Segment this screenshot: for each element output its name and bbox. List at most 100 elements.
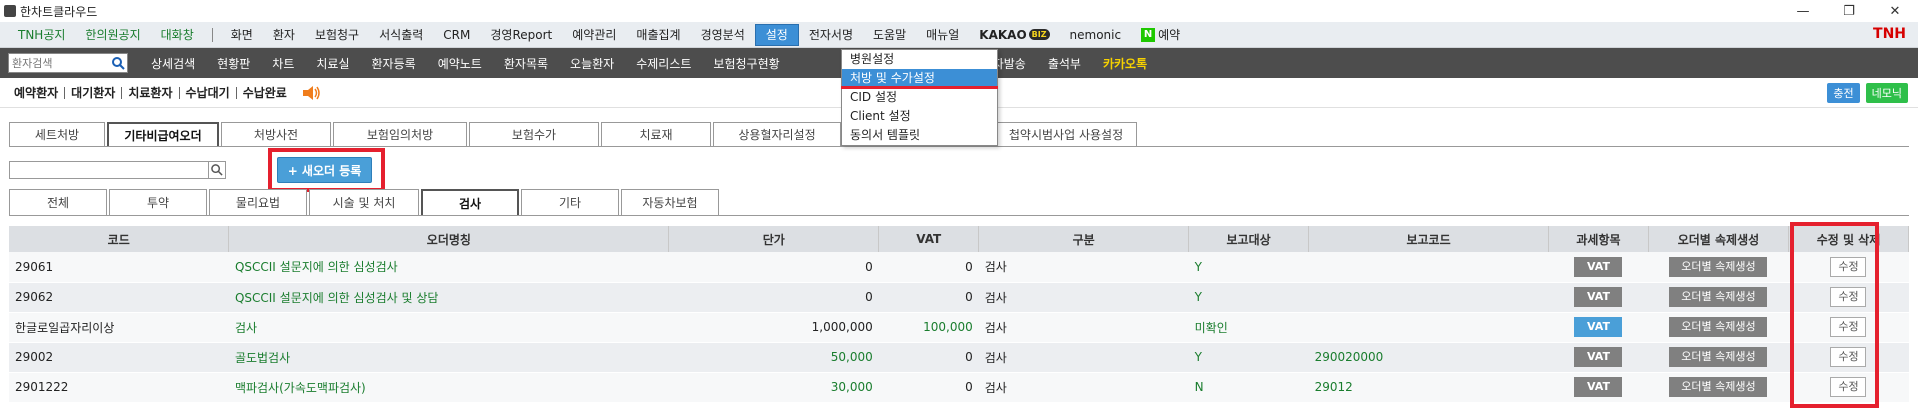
menu-item[interactable]: TNH공지: [8, 22, 75, 48]
table-row[interactable]: 29002 골도법검사 50,000 0 검사 Y 290020000 VAT 오더별 속제생성…: [9, 342, 1909, 373]
column-header[interactable]: 코드: [9, 226, 230, 252]
cell-report: 미확인: [1188, 312, 1309, 343]
table-row[interactable]: 29061 QSCCII 설문지에 의한 심성검사 0 0 검사 Y VAT 오더별 속제생성…: [9, 252, 1909, 283]
cell-price: 1,000,000: [668, 312, 879, 343]
menu-item[interactable]: 도움말: [863, 22, 916, 48]
cell-name: QSCCII 설문지에 의한 심성검사 및 상담: [228, 282, 669, 313]
patient-status-item[interactable]: 수납대기: [180, 84, 236, 101]
kakao-label: KAKAO: [979, 27, 1027, 42]
column-header[interactable]: 보고코드: [1308, 226, 1549, 252]
speaker-icon[interactable]: [301, 84, 321, 102]
table-row[interactable]: 한글로일곱자리이상 검사 1,000,000 100,000 검사 미확인 VAT 오더별 속…: [9, 312, 1909, 343]
tab-order-category[interactable]: 기타비급여오더: [107, 122, 219, 146]
tab-order-type[interactable]: 자동차보험: [621, 189, 719, 215]
column-header[interactable]: 오더별 속제생성: [1648, 226, 1789, 252]
toolbar-item[interactable]: 현황판: [206, 55, 261, 72]
menu-item[interactable]: 예약관리: [562, 22, 626, 48]
column-header[interactable]: VAT: [878, 226, 980, 252]
generate-bundle-button[interactable]: 오더별 속제생성: [1669, 347, 1768, 367]
menu-item[interactable]: 서식출력: [369, 22, 433, 48]
tab-order-type[interactable]: 시술 및 처치: [309, 189, 419, 215]
toolbar-item[interactable]: 환자목록: [493, 55, 559, 72]
vat-toggle-button[interactable]: VAT: [1574, 317, 1623, 337]
generate-bundle-button[interactable]: 오더별 속제생성: [1669, 377, 1768, 397]
cell-code: 한글로일곱자리이상: [9, 312, 229, 343]
settings-menu-item[interactable]: 동의서 템플릿: [842, 126, 997, 145]
toolbar-item[interactable]: 상세검색: [140, 55, 206, 72]
order-search-input[interactable]: [9, 161, 209, 179]
vat-toggle-button[interactable]: VAT: [1574, 256, 1623, 277]
tab-order-category[interactable]: 치료재: [601, 122, 711, 146]
kakao-biz-menu[interactable]: KAKAO BIZ: [969, 22, 1059, 48]
tab-order-type[interactable]: 기타: [521, 189, 619, 215]
settings-menu-item[interactable]: 병원설정: [842, 50, 997, 69]
menu-item[interactable]: 환자: [263, 22, 305, 48]
vat-toggle-button[interactable]: VAT: [1574, 377, 1623, 397]
patient-status-item[interactable]: 대기환자: [65, 84, 121, 101]
menu-item[interactable]: CRM: [433, 22, 480, 48]
cell-tax: VAT: [1548, 372, 1649, 403]
tab-order-category[interactable]: 처방사전: [221, 122, 331, 146]
minimize-icon[interactable]: —: [1780, 0, 1826, 22]
tab-order-type[interactable]: 물리요법: [209, 189, 307, 215]
column-header[interactable]: 단가: [668, 226, 880, 252]
column-header[interactable]: 보고대상: [1188, 226, 1310, 252]
charge-button[interactable]: 충전: [1827, 83, 1860, 103]
toolbar-item[interactable]: 수제리스트: [625, 55, 702, 72]
cell-price: 0: [668, 252, 879, 283]
menu-item[interactable]: 경영분석: [691, 22, 755, 48]
patient-status-item[interactable]: 수납완료: [237, 84, 293, 101]
maximize-icon[interactable]: ❐: [1826, 0, 1872, 22]
tab-order-type[interactable]: 전체: [9, 189, 107, 215]
tab-order-category[interactable]: 보험수가: [469, 122, 599, 146]
column-header[interactable]: 과세항목: [1548, 226, 1649, 252]
generate-bundle-button[interactable]: 오더별 속제생성: [1669, 317, 1768, 337]
settings-menu-item[interactable]: Client 설정: [842, 107, 997, 126]
menu-item[interactable]: 보험청구: [305, 22, 369, 48]
cell-code: 29062: [9, 282, 229, 313]
menu-item[interactable]: 매뉴얼: [916, 22, 969, 48]
toolbar-item[interactable]: 환자등록: [361, 55, 427, 72]
menu-item[interactable]: 대화창: [151, 22, 204, 48]
toolbar-item[interactable]: 예약노트: [427, 55, 493, 72]
nemonic-button[interactable]: 네모닉: [1865, 83, 1908, 103]
toolbar-item[interactable]: 출석부: [1037, 55, 1092, 72]
tab-order-category[interactable]: 첩약시범사업 사용설정: [995, 122, 1137, 146]
menu-item[interactable]: 화면: [221, 22, 263, 48]
tab-order-type[interactable]: 검사: [421, 189, 519, 215]
menu-item[interactable]: 설정: [754, 23, 799, 46]
generate-bundle-button[interactable]: 오더별 속제생성: [1669, 287, 1768, 307]
tab-order-category[interactable]: 상용혈자리설정: [713, 122, 841, 146]
settings-menu-item[interactable]: CID 설정: [842, 88, 997, 107]
patient-status-item[interactable]: 예약환자: [8, 84, 64, 101]
vat-toggle-button[interactable]: VAT: [1574, 347, 1623, 367]
kakao-talk-button[interactable]: 카카오톡: [1092, 55, 1158, 72]
tab-order-category[interactable]: 보험임의처방: [333, 122, 467, 146]
cell-name: QSCCII 설문지에 의한 심성검사: [228, 252, 669, 283]
toolbar-item[interactable]: 보험청구현황: [702, 55, 790, 72]
tab-order-category[interactable]: 세트처방: [9, 122, 105, 146]
table-row[interactable]: 29062 QSCCII 설문지에 의한 심성검사 및 상담 0 0 검사 Y VAT 오더별…: [9, 282, 1909, 313]
column-header[interactable]: 오더명칭: [228, 226, 670, 252]
toolbar-item[interactable]: 차트: [261, 55, 305, 72]
close-icon[interactable]: ✕: [1872, 0, 1918, 22]
menu-item[interactable]: 전자서명: [799, 22, 863, 48]
reserve-menu[interactable]: N 예약: [1131, 22, 1190, 48]
generate-bundle-button[interactable]: 오더별 속제생성: [1669, 256, 1768, 277]
search-icon[interactable]: [109, 54, 127, 72]
table-row[interactable]: 2901222 맥파검사(가속도맥파검사) 30,000 0 검사 N 29012 VAT 오더…: [9, 372, 1909, 403]
tab-order-type[interactable]: 투약: [109, 189, 207, 215]
order-search-icon[interactable]: [208, 161, 226, 179]
menu-item[interactable]: 매출집계: [626, 22, 690, 48]
nemonic-menu[interactable]: nemonic: [1060, 22, 1132, 48]
menu-item[interactable]: 경영Report: [480, 22, 562, 48]
patient-status-item[interactable]: 치료환자: [122, 84, 178, 101]
toolbar-item[interactable]: 오늘환자: [559, 55, 625, 72]
column-header[interactable]: 구분: [978, 226, 1190, 252]
menu-item[interactable]: 한의원공지: [75, 22, 150, 48]
toolbar-item[interactable]: 치료실: [305, 55, 360, 72]
app-icon: [4, 5, 16, 17]
cell-gen: 오더별 속제생성: [1648, 312, 1789, 343]
vat-toggle-button[interactable]: VAT: [1574, 287, 1623, 307]
patient-search-input[interactable]: [9, 54, 109, 72]
